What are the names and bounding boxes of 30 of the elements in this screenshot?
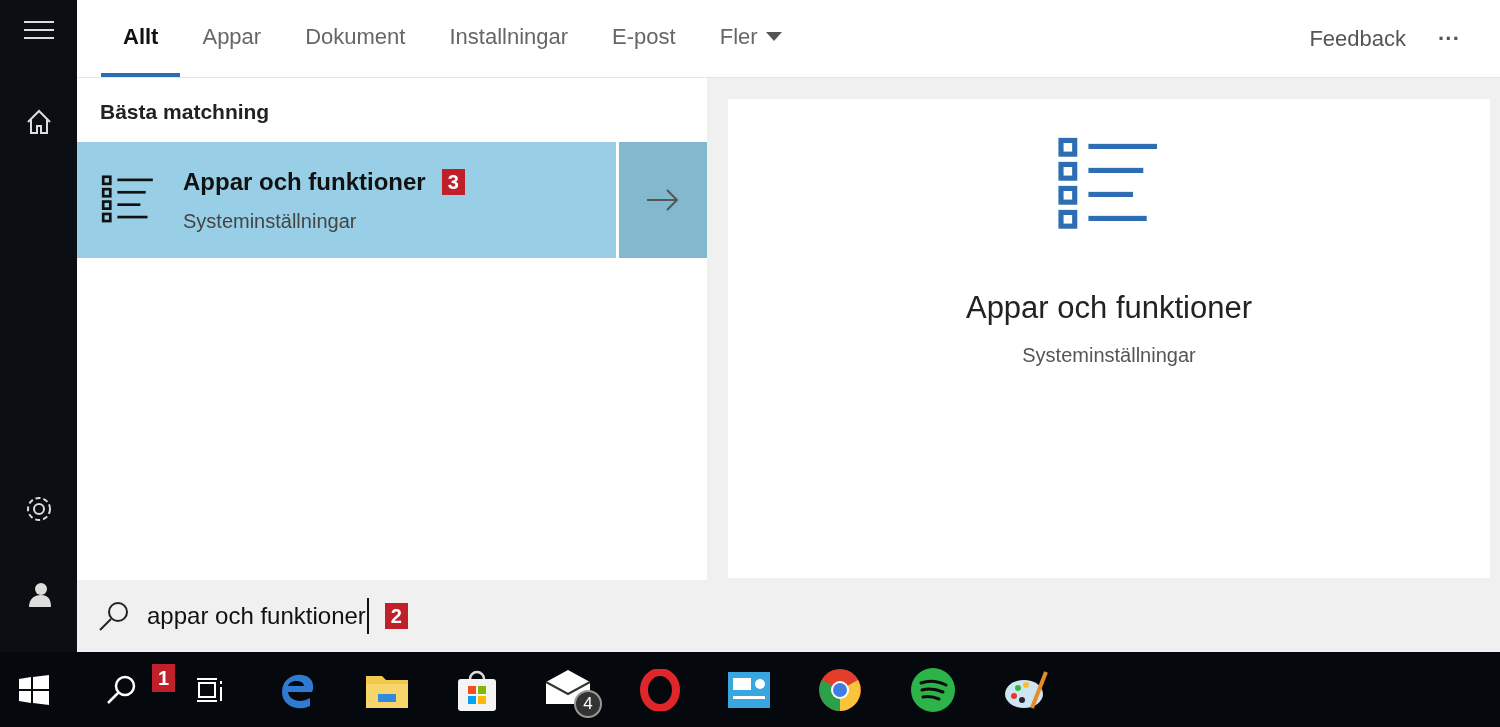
tab[interactable]: Appar — [180, 0, 284, 77]
search-icon — [97, 599, 131, 633]
callout-number: 3 — [441, 168, 465, 195]
more-button[interactable]: ··· — [1422, 0, 1476, 77]
tab[interactable]: E-post — [590, 0, 698, 77]
preview-subtitle: Systeminställningar — [1022, 342, 1196, 368]
result-title: Appar och funktioner — [183, 166, 426, 197]
feedback-link[interactable]: Feedback — [1293, 0, 1422, 77]
colored-circle-icon[interactable] — [818, 667, 862, 712]
presentation-icon[interactable] — [728, 671, 770, 708]
ring-o-icon[interactable] — [640, 668, 680, 711]
callout-number: 1 — [152, 663, 176, 692]
section-heading: Bästa matchning — [99, 99, 271, 125]
result-item[interactable]: Appar och funktioner 3 Systeminställningar — [77, 141, 616, 258]
tab[interactable]: Fler — [697, 0, 804, 77]
tab[interactable]: Allt — [101, 0, 181, 77]
menu-icon[interactable] — [23, 20, 54, 40]
caret-icon — [765, 31, 782, 42]
callout-number: 2 — [384, 603, 408, 629]
arrow-icon — [647, 187, 679, 212]
preview-title: Appar och funktioner — [965, 289, 1253, 327]
search-icon[interactable] — [106, 673, 138, 706]
tab[interactable]: Dokument — [283, 0, 428, 77]
sound-waves-circle-icon[interactable] — [910, 666, 956, 713]
result-subtitle: Systeminställningar — [183, 208, 358, 234]
windows-logo-icon[interactable] — [19, 674, 49, 705]
unread-count-badge: 4 — [574, 689, 602, 718]
shopping-bag-icon[interactable] — [456, 668, 498, 711]
search-field[interactable]: appar och funktioner — [147, 598, 369, 634]
tab[interactable]: Installningar — [427, 0, 591, 77]
